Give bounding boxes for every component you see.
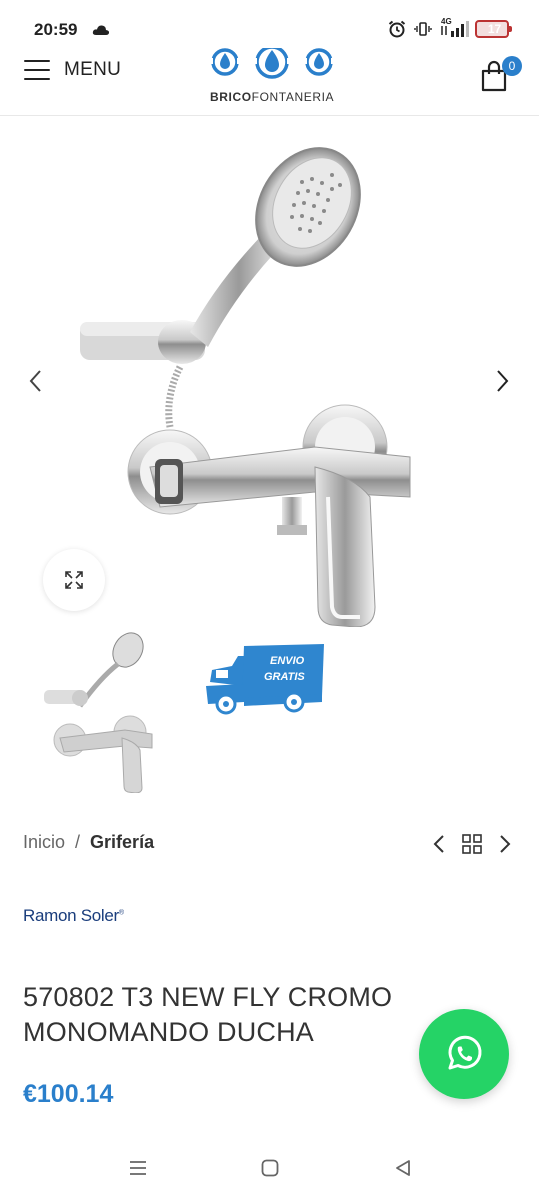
product-title: 570802 T3 NEW FLY CROMO MONOMANDO DUCHA	[23, 982, 393, 1047]
recent-apps-button[interactable]	[126, 1156, 150, 1180]
battery-text: 17	[487, 22, 502, 36]
next-product-button[interactable]	[498, 834, 512, 854]
gratis-text: GRATIS	[264, 671, 305, 683]
product-navigation	[432, 832, 512, 856]
breadcrumb-home[interactable]: Inicio	[23, 832, 65, 853]
previous-product-button[interactable]	[432, 834, 446, 854]
status-bar: 20:59 4G 17	[0, 0, 539, 48]
vibrate-icon	[413, 19, 433, 39]
system-navigation-bar	[0, 1140, 539, 1200]
status-icons: 4G 17	[387, 17, 512, 40]
breadcrumb-current[interactable]: Grifería	[90, 832, 154, 853]
recents-icon	[130, 1161, 146, 1175]
brand-logo[interactable]: Ramon Soler®	[23, 906, 124, 926]
cloud-icon	[92, 25, 110, 35]
grid-icon	[462, 834, 482, 854]
envio-text: ENVIO	[270, 655, 305, 667]
back-to-products-button[interactable]	[462, 834, 482, 854]
brand-name: Ramon Soler	[23, 906, 119, 925]
product-price: €100.14	[23, 1080, 114, 1108]
cart-button[interactable]: 0	[480, 54, 522, 92]
cart-count-badge: 0	[502, 56, 522, 76]
water-drops-icon	[209, 48, 335, 79]
gallery-prev-arrow[interactable]	[24, 367, 48, 395]
back-icon	[396, 1160, 410, 1176]
brand-registered-mark: ®	[118, 909, 124, 917]
menu-label: MENU	[64, 59, 122, 80]
site-logo[interactable]: BRICOFONTANERIA	[205, 48, 340, 108]
product-main-image[interactable]	[70, 137, 430, 627]
thumbnail-product[interactable]	[40, 628, 160, 793]
home-icon	[261, 1159, 279, 1177]
thumbnail-envio-gratis[interactable]: ENVIO GRATIS	[204, 642, 328, 718]
product-gallery	[0, 117, 539, 627]
whatsapp-icon	[448, 1035, 482, 1070]
home-button[interactable]	[258, 1156, 282, 1180]
status-time: 20:59	[34, 20, 78, 39]
breadcrumb: Inicio / Grifería	[23, 832, 154, 853]
hamburger-icon	[24, 60, 50, 80]
whatsapp-button[interactable]	[419, 1009, 509, 1099]
chevron-right-icon	[500, 835, 511, 853]
battery-icon: 17	[475, 20, 512, 38]
menu-button[interactable]: MENU	[24, 56, 121, 84]
site-header: MENU BRICOFONTANERIA 0	[0, 48, 539, 116]
logo-text: BRICOFONTANERIA	[210, 90, 334, 104]
alarm-icon	[387, 19, 407, 39]
zoom-button[interactable]	[43, 549, 105, 611]
logo-text-bold: BRICO	[210, 90, 252, 104]
breadcrumb-separator: /	[75, 832, 81, 852]
network-type: 4G	[441, 17, 452, 26]
chevron-left-icon	[433, 835, 444, 853]
gallery-next-arrow[interactable]	[490, 367, 514, 395]
expand-icon	[65, 571, 83, 589]
signal-icon: 4G	[439, 17, 469, 39]
thumbnail-strip: ENVIO GRATIS	[0, 628, 539, 798]
back-button[interactable]	[391, 1156, 415, 1180]
logo-text-rest: FONTANERIA	[251, 90, 335, 104]
